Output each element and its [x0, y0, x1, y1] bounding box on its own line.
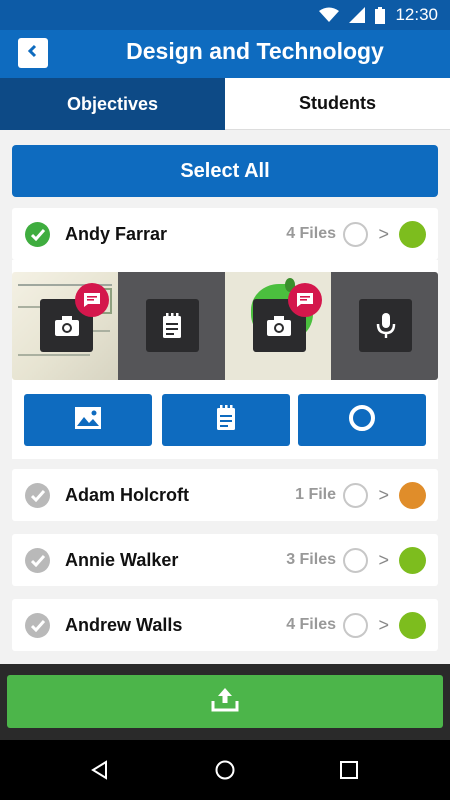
file-count: 4 Files: [286, 225, 336, 242]
student-name: Annie Walker: [65, 550, 179, 570]
status-bar: 12:30: [0, 0, 450, 30]
file-count: 1 File: [295, 486, 336, 503]
tab-objectives[interactable]: Objectives: [0, 78, 225, 130]
upload-button[interactable]: [7, 675, 443, 728]
comment-icon[interactable]: [287, 283, 322, 317]
page-title: Design and Technology: [126, 38, 384, 64]
upload-icon: [211, 686, 239, 717]
chevron-right-icon[interactable]: >: [378, 469, 389, 521]
media-item-photo-sketch[interactable]: [12, 272, 118, 380]
check-icon[interactable]: [25, 613, 50, 638]
add-image-button[interactable]: [24, 394, 152, 446]
image-icon: [74, 406, 102, 435]
student-name: Adam Holcroft: [65, 485, 190, 505]
tab-students[interactable]: Students: [225, 78, 450, 130]
status-dot: [399, 612, 426, 639]
student-name: Andy Farrar: [65, 224, 168, 244]
unselected-ring-icon[interactable]: [343, 222, 368, 247]
file-count: 3 Files: [286, 551, 336, 568]
sketch-line: [18, 354, 90, 356]
unselected-ring-icon[interactable]: [343, 548, 368, 573]
check-icon[interactable]: [25, 548, 50, 573]
student-row[interactable]: Andrew Walls 4 Files >: [12, 599, 438, 651]
student-name: Andrew Walls: [65, 615, 183, 635]
comment-icon[interactable]: [75, 283, 109, 317]
app-bar: Design and Technology: [0, 30, 450, 78]
check-icon[interactable]: [25, 222, 50, 247]
student-row[interactable]: Adam Holcroft 1 File >: [12, 469, 438, 521]
record-button[interactable]: [298, 394, 426, 446]
home-circle-icon[interactable]: [210, 755, 240, 785]
select-all-button[interactable]: Select All: [12, 145, 438, 197]
chevron-right-icon[interactable]: >: [378, 599, 389, 651]
chevron-left-icon: [26, 44, 40, 63]
status-icons: 12:30: [319, 0, 438, 30]
microphone-icon: [359, 299, 413, 352]
status-dot: [399, 221, 426, 248]
media-gallery: [12, 260, 438, 459]
status-dot: [399, 547, 426, 574]
note-icon: [216, 404, 236, 436]
upload-panel: [0, 664, 450, 740]
media-item-audio[interactable]: [331, 272, 438, 380]
chevron-right-icon[interactable]: >: [378, 534, 389, 586]
note-icon: [145, 299, 199, 352]
wifi-icon: [319, 7, 340, 23]
back-button[interactable]: [18, 38, 48, 68]
signal-icon: [349, 7, 366, 23]
student-row[interactable]: Andy Farrar 4 Files >: [12, 208, 438, 260]
check-icon[interactable]: [25, 483, 50, 508]
media-item-photo-apple[interactable]: [224, 272, 332, 380]
battery-icon: [375, 6, 386, 24]
unselected-ring-icon[interactable]: [343, 613, 368, 638]
recents-square-icon[interactable]: [334, 755, 364, 785]
status-time: 12:30: [395, 5, 438, 24]
tab-bar: Objectives Students: [0, 78, 450, 130]
record-ring-icon: [348, 404, 376, 437]
navigation-bar: [0, 740, 450, 800]
file-count: 4 Files: [286, 616, 336, 633]
back-triangle-icon[interactable]: [85, 755, 115, 785]
add-note-button[interactable]: [162, 394, 290, 446]
media-strip: [12, 272, 438, 380]
unselected-ring-icon[interactable]: [343, 483, 368, 508]
media-item-note[interactable]: [117, 272, 225, 380]
chevron-right-icon[interactable]: >: [378, 208, 389, 260]
status-dot: [399, 482, 426, 509]
student-row[interactable]: Annie Walker 3 Files >: [12, 534, 438, 586]
